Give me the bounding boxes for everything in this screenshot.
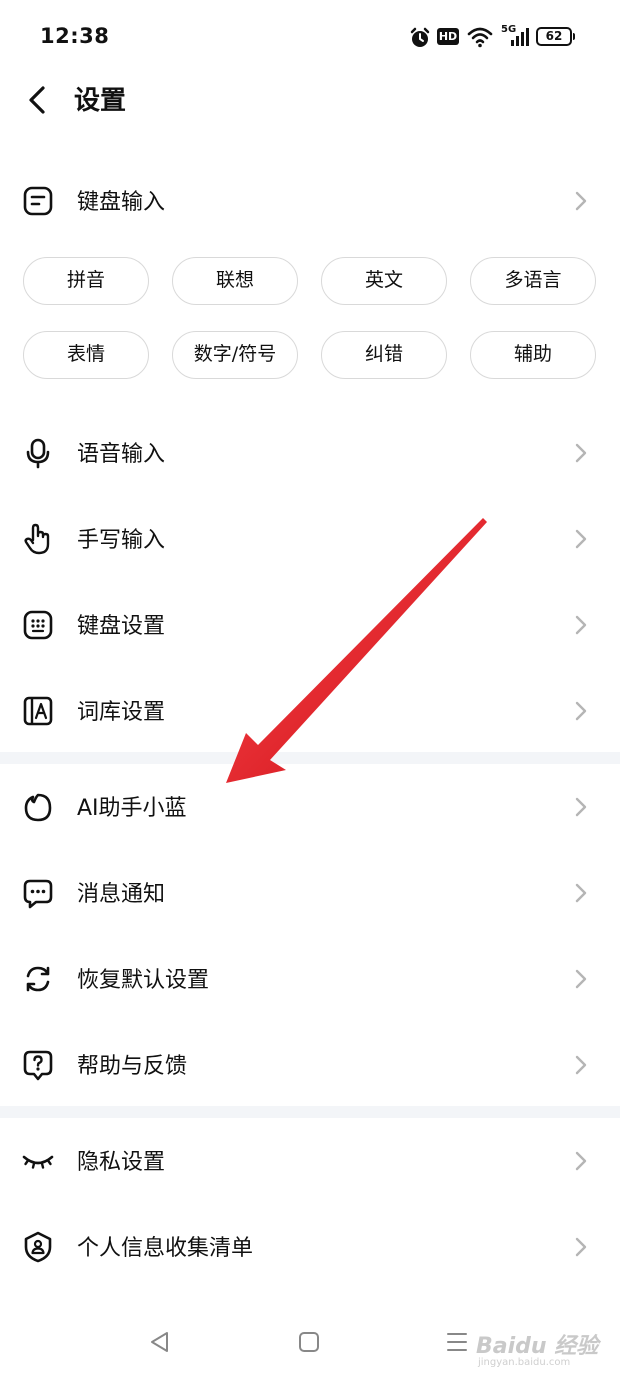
alarm-icon: [410, 27, 430, 47]
keyboard-settings-icon: [23, 610, 53, 640]
chevron-right-icon: [575, 615, 587, 635]
back-arrow-icon[interactable]: [20, 82, 56, 118]
menu-item-keyboard-input[interactable]: 键盘输入: [0, 158, 620, 244]
chip-association[interactable]: 联想: [172, 257, 298, 305]
menu-item-notifications[interactable]: 消息通知: [0, 850, 620, 936]
battery-indicator: 62: [536, 27, 575, 46]
hand-pointer-icon: [24, 523, 50, 555]
chevron-right-icon: [575, 1151, 587, 1171]
menu-item-help-feedback[interactable]: 帮助与反馈: [0, 1022, 620, 1108]
menu-item-lexicon-settings[interactable]: 词库设置: [0, 668, 620, 754]
menu-item-voice-input[interactable]: 语音输入: [0, 410, 620, 496]
chevron-right-icon: [575, 443, 587, 463]
signal-icon: [511, 28, 529, 46]
menu-item-label: 帮助与反馈: [77, 1054, 188, 1079]
ai-assistant-icon: [24, 793, 52, 822]
hd-badge: HD: [437, 28, 459, 45]
keyboard-input-icon: [23, 186, 53, 216]
chevron-right-icon: [575, 969, 587, 989]
chip-assist[interactable]: 辅助: [470, 331, 596, 379]
refresh-icon: [26, 966, 50, 992]
menu-item-restore-defaults[interactable]: 恢复默认设置: [0, 936, 620, 1022]
page-title: 设置: [74, 86, 127, 116]
chip-pinyin[interactable]: 拼音: [23, 257, 149, 305]
dictionary-icon: [23, 696, 53, 726]
chip-emoji[interactable]: 表情: [23, 331, 149, 379]
chevron-right-icon: [575, 1055, 587, 1075]
chevron-right-icon: [575, 701, 587, 721]
chevron-right-icon: [575, 797, 587, 817]
menu-item-label: 个人信息收集清单: [77, 1236, 254, 1261]
chip-multilanguage[interactable]: 多语言: [470, 257, 596, 305]
chip-numbers-symbols[interactable]: 数字/符号: [172, 331, 298, 379]
nav-home-icon[interactable]: [298, 1330, 320, 1354]
menu-item-label: 键盘输入: [77, 190, 166, 215]
chevron-right-icon: [575, 883, 587, 903]
closed-eye-icon: [22, 1155, 54, 1169]
menu-item-keyboard-settings[interactable]: 键盘设置: [0, 582, 620, 668]
status-bar: 12:38 HD 5G 62: [0, 0, 620, 76]
menu-item-privacy-settings[interactable]: 隐私设置: [0, 1118, 620, 1204]
chevron-right-icon: [575, 1237, 587, 1257]
section-divider: [0, 752, 620, 764]
watermark-url: jingyan.baidu.com: [478, 1357, 571, 1368]
menu-item-label: AI助手小蓝: [77, 796, 187, 821]
menu-item-ai-assistant[interactable]: AI助手小蓝: [0, 764, 620, 850]
menu-item-label: 消息通知: [77, 882, 166, 907]
menu-item-personal-info-list[interactable]: 个人信息收集清单: [0, 1204, 620, 1290]
menu-item-label: 键盘设置: [77, 614, 166, 639]
chevron-right-icon: [575, 529, 587, 549]
page-header: 设置: [0, 76, 620, 126]
menu-item-label: 手写输入: [77, 528, 166, 553]
menu-item-label: 词库设置: [77, 700, 166, 725]
chip-english[interactable]: 英文: [321, 257, 447, 305]
menu-item-handwriting-input[interactable]: 手写输入: [0, 496, 620, 582]
nav-menu-icon[interactable]: [446, 1330, 468, 1354]
microphone-icon: [26, 438, 50, 469]
section-divider: [0, 1106, 620, 1118]
watermark-logo: Baidu 经验: [476, 1334, 599, 1359]
menu-item-label: 恢复默认设置: [77, 968, 210, 993]
chevron-right-icon: [575, 191, 587, 211]
nav-back-icon[interactable]: [148, 1330, 172, 1354]
shield-user-icon: [24, 1231, 52, 1263]
menu-item-label: 隐私设置: [77, 1150, 166, 1175]
message-icon: [23, 879, 53, 909]
status-time: 12:38: [40, 24, 110, 48]
menu-item-label: 语音输入: [77, 442, 166, 467]
wifi-icon: [467, 27, 493, 48]
help-question-icon: [23, 1050, 53, 1081]
chip-autocorrect[interactable]: 纠错: [321, 331, 447, 379]
